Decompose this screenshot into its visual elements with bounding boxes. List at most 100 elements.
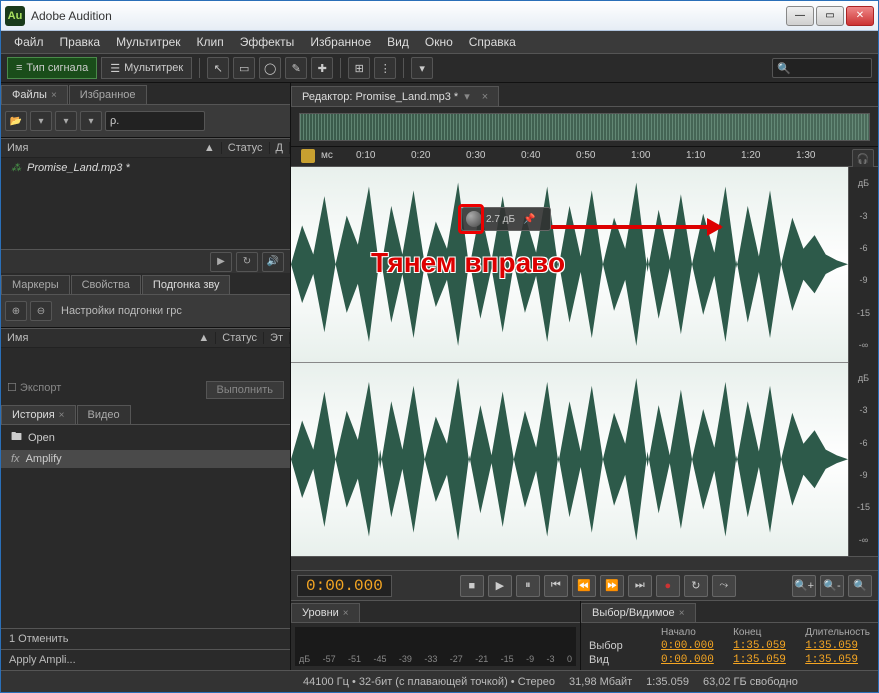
gain-hud[interactable]: 2.7 дБ 📌 (461, 207, 551, 231)
menubar: Файл Правка Мультитрек Клип Эффекты Избр… (1, 31, 878, 53)
close-icon[interactable]: × (51, 90, 57, 101)
forward-button[interactable]: ⏩ (600, 575, 624, 597)
minimize-button[interactable]: — (786, 6, 814, 26)
tab-favorites[interactable]: Избранное (69, 85, 147, 104)
play-button[interactable]: ▶ (488, 575, 512, 597)
headphones-icon[interactable]: 🎧 (852, 149, 874, 169)
play-preview-button[interactable]: ▶ (210, 252, 232, 272)
overview-waveform[interactable] (291, 107, 878, 147)
skip-button[interactable]: ⤳ (712, 575, 736, 597)
menu-clip[interactable]: Клип (190, 33, 231, 51)
menu-help[interactable]: Справка (462, 33, 523, 51)
tool-lasso[interactable]: ◯ (259, 57, 281, 79)
import-button[interactable]: ▾ (55, 111, 77, 131)
autoplay-button[interactable]: 🔊 (262, 252, 284, 272)
loop-button[interactable]: ↻ (236, 252, 258, 272)
gain-knob-icon[interactable] (466, 211, 482, 227)
history-item[interactable]: fx Amplify (1, 450, 290, 468)
channel-left[interactable] (291, 167, 848, 362)
execute-button[interactable]: Выполнить (206, 381, 284, 399)
tool-grid[interactable]: ⊞ (348, 57, 370, 79)
tool-heal[interactable]: ✚ (311, 57, 333, 79)
tab-fit[interactable]: Подгонка зву (142, 275, 231, 294)
tool-select[interactable]: ↖ (207, 57, 229, 79)
go-end-button[interactable]: ⏭ (628, 575, 652, 597)
zoom-in-button[interactable]: 🔍+ (792, 575, 816, 597)
menu-view[interactable]: Вид (380, 33, 416, 51)
stop-button[interactable]: ■ (460, 575, 484, 597)
record-button[interactable]: ● (656, 575, 680, 597)
close-icon[interactable]: × (679, 608, 685, 619)
tab-files[interactable]: Файлы× (1, 85, 68, 104)
undo-count: 1 Отменить (1, 628, 290, 649)
go-start-button[interactable]: ⏮ (544, 575, 568, 597)
waveform-display[interactable]: 2.7 дБ 📌 Тянем вправо (291, 167, 848, 556)
new-file-button[interactable]: ▾ (30, 111, 52, 131)
col-status[interactable]: Статус (216, 332, 264, 344)
sel-end[interactable]: 1:35.059 (733, 640, 793, 652)
col-duration[interactable]: Д (270, 142, 290, 154)
close-icon[interactable]: × (59, 410, 65, 421)
separator (340, 58, 341, 78)
close-file-button[interactable]: ▾ (80, 111, 102, 131)
marker-add-button[interactable]: ⊕ (5, 301, 27, 321)
close-icon[interactable]: × (482, 91, 488, 103)
dropdown-icon[interactable]: ▾ (464, 90, 470, 103)
tool-workspace[interactable]: ▾ (411, 57, 433, 79)
col-et[interactable]: Эт (264, 332, 290, 344)
history-panel: История× Видео 🖿 Open fx Amplify 1 Отмен… (1, 403, 290, 670)
maximize-button[interactable]: ▭ (816, 6, 844, 26)
menu-multitrack[interactable]: Мультитрек (109, 33, 187, 51)
file-search[interactable]: ρ. (105, 111, 205, 131)
mode-waveform[interactable]: ≡ Тип сигнала (7, 57, 97, 79)
sel-start[interactable]: 0:00.000 (661, 640, 721, 652)
app-title: Adobe Audition (31, 9, 112, 23)
tab-levels[interactable]: Уровни× (291, 603, 360, 622)
levels-meter[interactable]: дБ-57-51-45-39-33-27-21-15-9-30 (295, 627, 576, 666)
editor-tab[interactable]: Редактор: Promise_Land.mp3 * ▾ × (291, 86, 499, 106)
fit-settings-label: Настройки подгонки грс (61, 305, 182, 317)
tool-marquee[interactable]: ▭ (233, 57, 255, 79)
col-name[interactable]: Имя ▲ (1, 142, 222, 154)
tool-markers[interactable]: ⋮ (374, 57, 396, 79)
menu-window[interactable]: Окно (418, 33, 460, 51)
zoom-out-button[interactable]: 🔍- (820, 575, 844, 597)
statusbar: 44100 Гц • 32-бит (с плавающей точкой) •… (1, 670, 878, 692)
rewind-button[interactable]: ⏪ (572, 575, 596, 597)
mode-multitrack[interactable]: ☰ Мультитрек (101, 57, 192, 79)
menu-edit[interactable]: Правка (53, 33, 108, 51)
history-item[interactable]: 🖿 Open (1, 425, 290, 450)
export-checkbox[interactable]: ☐ Экспорт (7, 381, 61, 399)
file-item[interactable]: ⁂ Promise_Land.mp3 * (1, 158, 290, 178)
col-status[interactable]: Статус (222, 142, 270, 154)
loop-button[interactable]: ↻ (684, 575, 708, 597)
view-end[interactable]: 1:35.059 (733, 654, 793, 666)
help-search[interactable]: 🔍 (772, 58, 872, 78)
pin-icon[interactable]: 📌 (523, 214, 535, 225)
marker-del-button[interactable]: ⊖ (30, 301, 52, 321)
menu-file[interactable]: Файл (7, 33, 51, 51)
channel-right[interactable] (291, 362, 848, 557)
tab-selection-view[interactable]: Выбор/Видимое× (581, 603, 696, 622)
timecode-display[interactable]: 0:00.000 (297, 575, 392, 597)
horizontal-scrollbar[interactable] (291, 556, 878, 570)
tab-video[interactable]: Видео (77, 405, 131, 424)
tab-markers[interactable]: Маркеры (1, 275, 70, 294)
view-duration[interactable]: 1:35.059 (805, 654, 870, 666)
zoom-fit-button[interactable]: 🔍 (848, 575, 872, 597)
view-start[interactable]: 0:00.000 (661, 654, 721, 666)
close-button[interactable]: ✕ (846, 6, 874, 26)
pause-button[interactable]: ⏸ (516, 575, 540, 597)
tab-history[interactable]: История× (1, 405, 76, 424)
menu-favorites[interactable]: Избранное (303, 33, 378, 51)
timeline-ruler[interactable]: мс 0:10 0:20 0:30 0:40 0:50 1:00 1:10 1:… (291, 147, 878, 167)
tool-brush[interactable]: ✎ (285, 57, 307, 79)
col-name[interactable]: Имя ▲ (1, 332, 216, 344)
sel-duration[interactable]: 1:35.059 (805, 640, 870, 652)
playhead-handle[interactable] (301, 149, 315, 163)
close-icon[interactable]: × (343, 608, 349, 619)
col-start: Начало (661, 627, 721, 638)
menu-effects[interactable]: Эффекты (233, 33, 302, 51)
tab-properties[interactable]: Свойства (71, 275, 141, 294)
open-file-button[interactable]: 📂 (5, 111, 27, 131)
